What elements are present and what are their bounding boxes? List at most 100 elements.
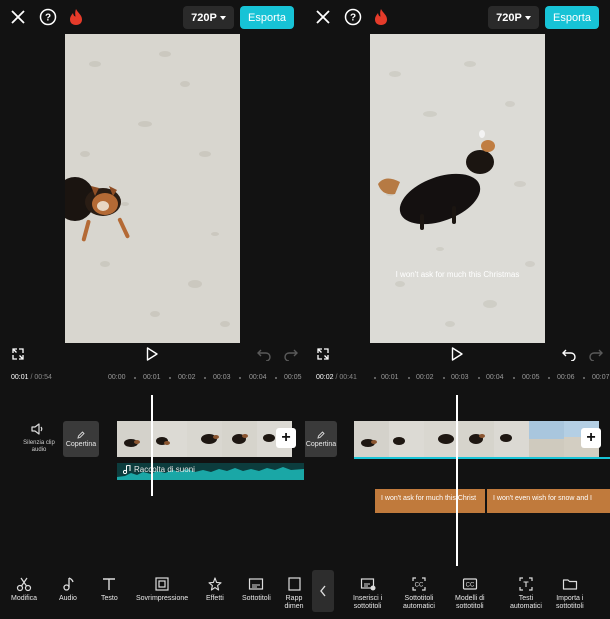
close-icon[interactable] (8, 7, 28, 27)
tool-label: Testo (101, 595, 118, 602)
editor-panel-subtitles: ? 720P Esporta I won't ask for much this… (305, 0, 610, 619)
ruler-tick: 00:04 (486, 374, 504, 381)
clip-thumbnail (529, 421, 564, 457)
undo-icon[interactable] (256, 346, 272, 362)
tool-modelli-sottotitoli[interactable]: CC Modelli di sottotitoli (455, 576, 485, 611)
tool-importa-sottotitoli[interactable]: Importa i sottotitoli (556, 576, 584, 611)
subtitle-templates-icon: CC (462, 578, 477, 590)
resolution-label: 720P (496, 11, 522, 24)
total-time: / 00:41 (335, 374, 357, 381)
tool-modifica[interactable]: Modifica (11, 576, 37, 603)
video-clip-strip[interactable] (354, 421, 599, 457)
tool-label: Inserisci i sottotitoli (353, 595, 382, 611)
tool-sottotitoli-automatici[interactable]: CC Sottotitoli automatici (403, 576, 435, 611)
timecode: 00:02 / 00:41 (316, 374, 357, 381)
timeline-ruler: 00:01 / 00:54 00:00 00:01 00:02 00:03 00… (0, 372, 305, 386)
subtitle-clip[interactable]: I won't even wish for snow and I (487, 489, 610, 513)
ruler-dot (513, 377, 515, 379)
subtitle-clip[interactable]: I won't ask for much this Christ (375, 489, 485, 513)
plus-icon: + (586, 429, 596, 446)
overlay-icon (155, 577, 169, 591)
tool-sottotitoli[interactable]: Sottotitoli (242, 576, 271, 603)
tool-testi-automatici[interactable]: Testi automatici (510, 576, 542, 611)
ruler-tick: 00:01 (143, 374, 161, 381)
cover-button[interactable]: Copertina (305, 421, 337, 457)
resolution-button[interactable]: 720P (488, 6, 539, 29)
tool-label-line1: Inserisci i (353, 595, 383, 602)
ruler-tick: 00:02 (178, 374, 196, 381)
tool-label-line1: Importa i (556, 595, 584, 602)
pencil-icon (77, 430, 85, 439)
ruler-dot (548, 377, 550, 379)
clip-thumbnail (117, 421, 152, 457)
tool-label-line2: sottotitoli (455, 603, 484, 611)
mute-clip-audio-label[interactable]: Silenzia clip audio (19, 440, 59, 454)
audio-track-label: Raccolta di suoni (123, 465, 195, 474)
subtitles-icon (249, 578, 264, 590)
back-button[interactable] (312, 570, 334, 612)
playhead[interactable] (456, 395, 458, 566)
tool-audio[interactable]: Audio (59, 576, 77, 603)
tool-label-line1: Modelli di (455, 595, 485, 602)
auto-text-icon (519, 577, 533, 591)
subtitle-toolbar: Inserisci i sottotitoli CC Sottotitoli aut… (305, 570, 610, 619)
editor-panel-main: ? 720P Esporta 00:01 / 00:54 00:00 00:01… (0, 0, 305, 619)
clip-thumbnail (424, 421, 459, 457)
ruler-tick: 00:00 (108, 374, 126, 381)
tool-label: Modifica (11, 595, 38, 602)
ruler-dot (169, 377, 171, 379)
ruler-dot (134, 377, 136, 379)
ruler-dot (374, 377, 376, 379)
play-icon[interactable] (145, 346, 159, 362)
add-clip-button[interactable]: + (276, 428, 296, 448)
tool-label-line2: automatici (403, 603, 435, 611)
resolution-button[interactable]: 720P (183, 6, 234, 29)
export-button[interactable]: Esporta (545, 6, 599, 29)
video-clip-strip[interactable] (117, 421, 292, 457)
undo-icon[interactable] (561, 346, 577, 362)
add-clip-button[interactable]: + (581, 428, 601, 448)
tool-label: Sovrimpressione (136, 595, 189, 602)
export-button[interactable]: Esporta (240, 6, 294, 29)
tool-sovrimpressione[interactable]: Sovrimpressione (136, 576, 188, 603)
current-time: 00:02 (316, 374, 334, 381)
resolution-label: 720P (191, 11, 217, 24)
close-icon[interactable] (313, 7, 333, 27)
fullscreen-icon[interactable] (316, 347, 330, 361)
top-bar: ? 720P Esporta (0, 0, 305, 34)
flame-icon[interactable] (373, 7, 389, 27)
ruler-tick: 00:01 (381, 374, 399, 381)
video-preview[interactable]: I won't ask for much this Christmas (370, 34, 545, 343)
tool-inserisci-sottotitoli[interactable]: Inserisci i sottotitoli (353, 576, 382, 611)
play-icon[interactable] (450, 346, 464, 362)
ruler-tick: 00:05 (284, 374, 302, 381)
plus-icon: + (281, 429, 291, 446)
ruler-dot (478, 377, 480, 379)
redo-icon[interactable] (588, 346, 604, 362)
clip-thumbnail (187, 421, 222, 457)
svg-text:CC: CC (415, 583, 424, 589)
help-icon[interactable]: ? (343, 7, 363, 27)
video-preview[interactable] (65, 34, 240, 343)
ruler-tick: 00:03 (213, 374, 231, 381)
tool-label-line2: sottotitoli (353, 603, 382, 611)
playback-controls (0, 343, 305, 365)
cover-button[interactable]: Copertina (63, 421, 99, 457)
subtitle-overlay-text[interactable]: I won't ask for much this Christmas (370, 270, 545, 279)
ruler-dot (239, 377, 241, 379)
speaker-icon[interactable] (29, 421, 45, 437)
tool-effetti[interactable]: Effetti (206, 576, 224, 603)
help-icon[interactable]: ? (38, 7, 58, 27)
redo-icon[interactable] (283, 346, 299, 362)
tool-label: Testi automatici (510, 595, 542, 611)
fullscreen-icon[interactable] (11, 347, 25, 361)
tool-testo[interactable]: Testo (101, 576, 118, 603)
playhead[interactable] (151, 395, 153, 496)
video-frame-dog (370, 34, 545, 343)
svg-text:CC: CC (465, 583, 474, 589)
svg-text:?: ? (350, 13, 356, 24)
timeline-ruler: 00:02 / 00:41 00:01 00:02 00:03 00:04 00… (305, 372, 610, 386)
tool-rapporto-dimensioni[interactable]: Rapp dimen (284, 576, 304, 611)
ruler-tick: 00:07 (592, 374, 610, 381)
flame-icon[interactable] (68, 7, 84, 27)
